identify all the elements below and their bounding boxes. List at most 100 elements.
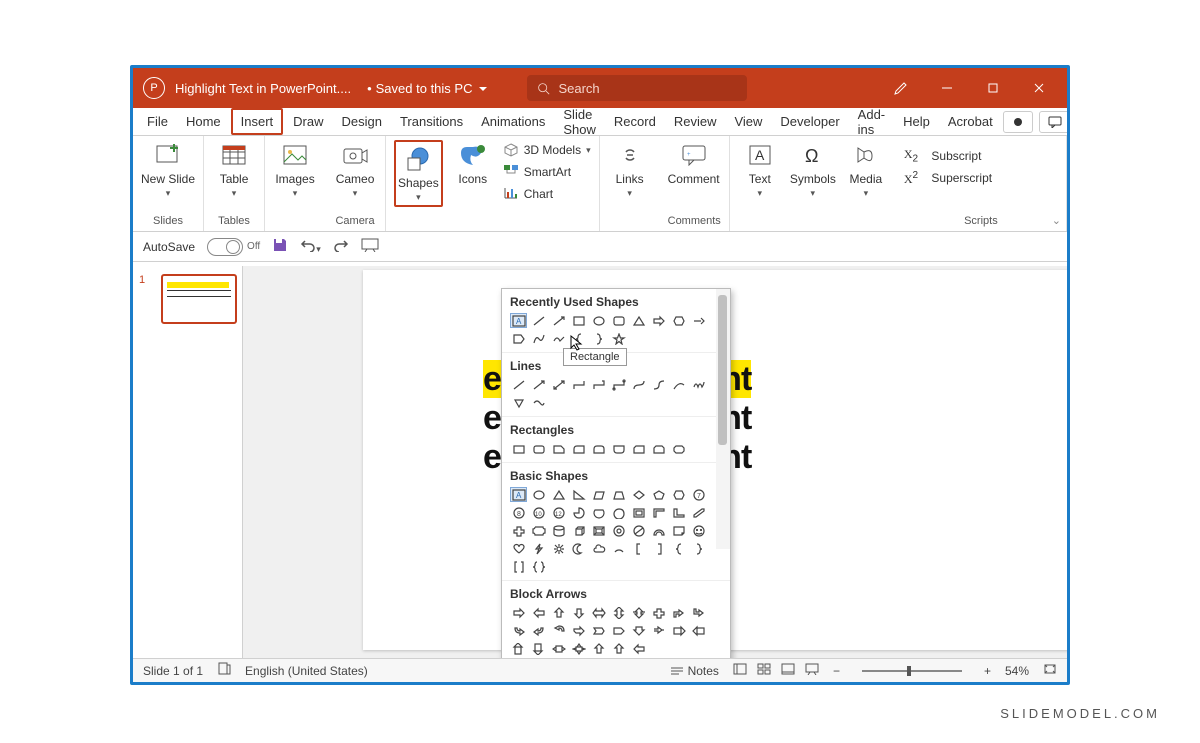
- shape-diamond[interactable]: [630, 487, 647, 502]
- shape-rect[interactable]: [550, 441, 567, 456]
- cameo-button[interactable]: Cameo▾: [333, 140, 377, 199]
- notes-button[interactable]: Notes: [670, 664, 719, 678]
- shape-lightning[interactable]: [530, 541, 547, 556]
- tab-acrobat[interactable]: Acrobat: [940, 108, 1001, 135]
- shape-elbow[interactable]: [570, 377, 587, 392]
- shape-hexagon[interactable]: [670, 313, 687, 328]
- shape-chord[interactable]: [590, 505, 607, 520]
- tab-home[interactable]: Home: [178, 108, 229, 135]
- chart-button[interactable]: Chart: [503, 184, 591, 204]
- shape-octagon[interactable]: 8: [510, 505, 527, 520]
- shape-lshape[interactable]: [670, 505, 687, 520]
- shape-can[interactable]: [550, 523, 567, 538]
- shape-textbox[interactable]: A: [510, 487, 527, 502]
- shape-arrow[interactable]: [510, 605, 527, 620]
- tab-review[interactable]: Review: [666, 108, 725, 135]
- shape-frame[interactable]: [630, 505, 647, 520]
- shape-half-frame[interactable]: [650, 505, 667, 520]
- shape-curved-conn[interactable]: [670, 377, 687, 392]
- status-language[interactable]: English (United States): [245, 664, 368, 678]
- shape-arrow[interactable]: [530, 641, 547, 656]
- tab-draw[interactable]: Draw: [285, 108, 331, 135]
- shape-arrow[interactable]: [570, 641, 587, 656]
- shape-scribble[interactable]: [690, 377, 707, 392]
- smartart-button[interactable]: SmartArt: [503, 162, 591, 182]
- shape-smiley[interactable]: [690, 523, 707, 538]
- icons-button[interactable]: Icons: [451, 140, 495, 186]
- shape-arrow-alt[interactable]: [690, 313, 707, 328]
- shape-bracket[interactable]: [630, 541, 647, 556]
- tab-insert[interactable]: Insert: [231, 108, 284, 135]
- text-button[interactable]: A Text▾: [738, 140, 782, 199]
- shape-bracket[interactable]: [650, 541, 667, 556]
- shape-right-triangle[interactable]: [570, 487, 587, 502]
- save-status[interactable]: •Saved to this PC: [367, 81, 487, 96]
- shape-textbox[interactable]: A: [510, 313, 527, 328]
- shape-braces-pair[interactable]: [530, 559, 547, 574]
- shape-rect[interactable]: [670, 441, 687, 456]
- shape-brackets-pair[interactable]: [510, 559, 527, 574]
- save-icon[interactable]: [272, 237, 288, 256]
- shape-arrow[interactable]: [570, 605, 587, 620]
- shape-line-arrow[interactable]: [550, 313, 567, 328]
- shape-hexagon[interactable]: [670, 487, 687, 502]
- pen-icon[interactable]: [883, 70, 919, 106]
- shape-arrow[interactable]: [570, 623, 587, 638]
- shape-curve[interactable]: [530, 331, 547, 346]
- fit-to-window-icon[interactable]: [1043, 663, 1057, 678]
- shape-rounded-rect[interactable]: [610, 313, 627, 328]
- shape-freeform[interactable]: [550, 331, 567, 346]
- autosave-toggle[interactable]: Off: [207, 238, 260, 256]
- redo-icon[interactable]: [333, 238, 349, 255]
- shape-decagon[interactable]: 10: [530, 505, 547, 520]
- shape-folded-corner[interactable]: [670, 523, 687, 538]
- accessibility-icon[interactable]: [217, 662, 231, 679]
- shape-arrow[interactable]: [590, 605, 607, 620]
- shape-arrow[interactable]: [530, 605, 547, 620]
- shape-plaque[interactable]: [530, 523, 547, 538]
- shape-arrow[interactable]: [690, 623, 707, 638]
- shape-rect[interactable]: [510, 441, 527, 456]
- shape-heart[interactable]: [510, 541, 527, 556]
- shape-rect[interactable]: [570, 441, 587, 456]
- tab-help[interactable]: Help: [895, 108, 938, 135]
- shape-triangle[interactable]: [630, 313, 647, 328]
- shape-arrow[interactable]: [590, 623, 607, 638]
- shape-dodecagon[interactable]: 12: [550, 505, 567, 520]
- tab-developer[interactable]: Developer: [772, 108, 847, 135]
- shape-oval[interactable]: [530, 487, 547, 502]
- table-button[interactable]: Table▾: [212, 140, 256, 199]
- shape-rect[interactable]: [530, 441, 547, 456]
- shape-heptagon[interactable]: 7: [690, 487, 707, 502]
- scrollbar[interactable]: [716, 289, 730, 549]
- shape-arrow[interactable]: [630, 605, 647, 620]
- tab-animations[interactable]: Animations: [473, 108, 553, 135]
- shape-sun[interactable]: [550, 541, 567, 556]
- shape-rect[interactable]: [630, 441, 647, 456]
- shape-pentagon[interactable]: [650, 487, 667, 502]
- shape-teardrop[interactable]: [610, 505, 627, 520]
- tab-addins[interactable]: Add-ins: [850, 108, 893, 135]
- view-sorter-icon[interactable]: [757, 663, 771, 678]
- shape-brace[interactable]: [690, 541, 707, 556]
- shape-line[interactable]: [510, 377, 527, 392]
- links-button[interactable]: Links▾: [608, 140, 652, 199]
- shape-moon[interactable]: [570, 541, 587, 556]
- zoom-level[interactable]: 54%: [1005, 664, 1029, 678]
- record-indicator-icon[interactable]: [1003, 111, 1033, 133]
- shape-rect[interactable]: [610, 441, 627, 456]
- shape-arrow[interactable]: [650, 623, 667, 638]
- collapse-ribbon-icon[interactable]: ⌄: [1052, 214, 1061, 227]
- shape-freeform[interactable]: [510, 395, 527, 410]
- shape-arrow[interactable]: [650, 605, 667, 620]
- shape-arc[interactable]: [610, 541, 627, 556]
- maximize-button[interactable]: [975, 70, 1011, 106]
- subscript-button[interactable]: X2 Subscript: [904, 146, 992, 166]
- undo-icon[interactable]: ▾: [300, 238, 321, 255]
- shape-block-arc[interactable]: [650, 523, 667, 538]
- shape-arrow[interactable]: [610, 641, 627, 656]
- shape-parallelogram[interactable]: [590, 487, 607, 502]
- symbols-button[interactable]: Ω Symbols▾: [790, 140, 836, 199]
- shape-arrow[interactable]: [530, 623, 547, 638]
- shape-right-arrow[interactable]: [650, 313, 667, 328]
